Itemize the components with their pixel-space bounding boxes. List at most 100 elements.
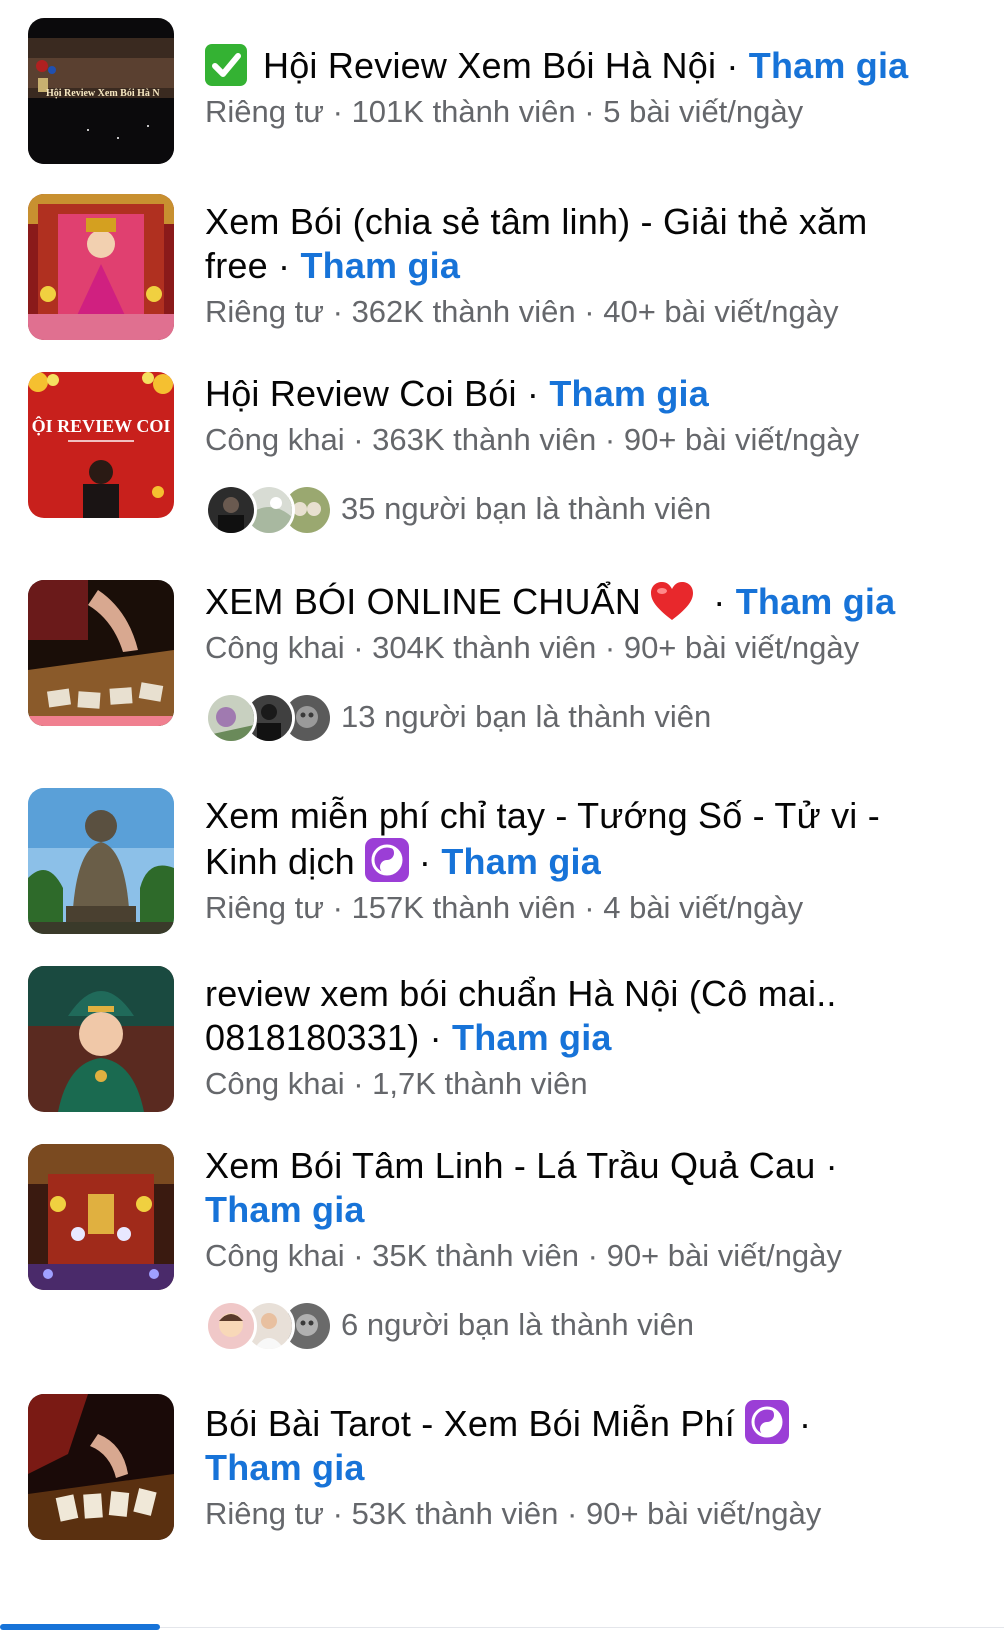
avatar (205, 692, 257, 744)
group-item[interactable]: Hội Review Xem Bói Hà N Hội Review Xem B… (0, 18, 1004, 168)
post-frequency: 4 bài viết/ngày (603, 890, 804, 925)
join-button[interactable]: Tham gia (205, 1189, 365, 1230)
group-item[interactable]: Xem Bói (chia sẻ tâm linh) - Giải thẻ xă… (0, 194, 1004, 344)
group-meta: Riêng tư · 101K thành viên · 5 bài viết/… (205, 92, 935, 132)
group-item[interactable]: review xem bói chuẩn Hà Nội (Cô mai.. 08… (0, 966, 1004, 1116)
member-count: 363K thành viên (372, 422, 597, 457)
friends-count-text: 6 người bạn là thành viên (341, 1307, 695, 1342)
group-meta: Riêng tư · 157K thành viên · 4 bài viết/… (205, 888, 935, 928)
friend-avatars (205, 484, 337, 536)
member-count: 53K thành viên (351, 1496, 559, 1531)
group-title-line: Hội Review Coi Bói · Tham gia (205, 372, 935, 416)
join-button[interactable]: Tham gia (452, 1017, 612, 1058)
separator: · (713, 581, 726, 622)
separator: · (353, 1238, 364, 1273)
group-thumbnail[interactable]: ỘI REVIEW COI (28, 372, 174, 518)
join-button[interactable]: Tham gia (441, 841, 601, 882)
separator: · (587, 1238, 598, 1273)
group-title-line: Hội Review Xem Bói Hà Nội · Tham gia (205, 44, 935, 88)
group-meta: Công khai · 35K thành viên · 90+ bài viế… (205, 1236, 935, 1276)
group-thumbnail[interactable] (28, 788, 174, 934)
thumbnail-caption: Hội Review Xem Bói Hà N (46, 88, 160, 99)
group-meta: Công khai · 363K thành viên · 90+ bài vi… (205, 420, 935, 460)
group-thumbnail[interactable] (28, 1394, 174, 1540)
group-name[interactable]: Hội Review Coi Bói (205, 373, 517, 414)
group-name[interactable]: XEM BÓI ONLINE CHUẨN (205, 581, 641, 622)
post-frequency: 90+ bài viết/ngày (606, 1238, 842, 1273)
check-mark-icon (205, 44, 247, 86)
group-item[interactable]: Xem Bói Tâm Linh - Lá Trầu Quả Cau · Tham… (0, 1144, 1004, 1352)
avatar (205, 484, 257, 536)
group-title-line: Xem Bói Tâm Linh - Lá Trầu Quả Cau · Tham… (205, 1144, 935, 1232)
group-meta: Công khai · 304K thành viên · 90+ bài vi… (205, 628, 935, 668)
group-privacy: Công khai (205, 1066, 345, 1101)
group-privacy: Công khai (205, 1238, 345, 1273)
member-count: 35K thành viên (372, 1238, 579, 1273)
separator: · (604, 630, 616, 665)
group-title-line: Bói Bài Tarot - Xem Bói Miễn Phí · Tham gi… (205, 1400, 935, 1490)
separator: · (567, 1496, 578, 1531)
group-thumbnail[interactable] (28, 194, 174, 340)
group-thumbnail[interactable]: Hội Review Xem Bói Hà N (28, 18, 174, 164)
yin-yang-icon (744, 1400, 789, 1444)
group-item[interactable]: Bói Bài Tarot - Xem Bói Miễn Phí · Tham gi… (0, 1394, 1004, 1544)
member-count: 157K thành viên (351, 890, 576, 925)
separator: · (825, 1145, 838, 1186)
mutual-friends: 6 người bạn là thành viên (205, 1300, 935, 1352)
group-thumbnail[interactable] (28, 1144, 174, 1290)
member-count: 101K thành viên (351, 94, 576, 129)
group-privacy: Riêng tư (205, 94, 324, 129)
member-count: 1,7K thành viên (372, 1066, 588, 1101)
group-item[interactable]: XEM BÓI ONLINE CHUẨN · Tham gia Công kha… (0, 580, 1004, 760)
join-button[interactable]: Tham gia (300, 245, 460, 286)
join-button[interactable]: Tham gia (736, 581, 896, 622)
friends-count-text: 35 người bạn là thành viên (341, 491, 712, 526)
separator: · (418, 841, 432, 882)
separator: · (798, 1403, 812, 1444)
mutual-friends: 13 người bạn là thành viên (205, 692, 935, 744)
separator: · (353, 1066, 364, 1101)
group-title-line: XEM BÓI ONLINE CHUẨN · Tham gia (205, 580, 935, 624)
separator: · (332, 1496, 343, 1531)
group-thumbnail[interactable] (28, 966, 174, 1112)
separator: · (353, 422, 364, 457)
post-frequency: 90+ bài viết/ngày (623, 422, 860, 457)
group-title-line: review xem bói chuẩn Hà Nội (Cô mai.. 08… (205, 972, 935, 1060)
friend-avatars (205, 1300, 337, 1352)
friends-count-text: 13 người bạn là thành viên (341, 699, 712, 734)
member-count: 362K thành viên (351, 294, 576, 329)
separator: · (526, 373, 540, 414)
separator: · (278, 245, 291, 286)
group-thumbnail[interactable] (28, 580, 174, 726)
post-frequency: 40+ bài viết/ngày (603, 294, 839, 329)
separator: · (584, 890, 595, 925)
group-title-line: Xem miễn phí chỉ tay - Tướng Số - Tử vi … (205, 794, 935, 884)
member-count: 304K thành viên (372, 630, 597, 665)
group-privacy: Riêng tư (205, 294, 324, 329)
mutual-friends: 35 người bạn là thành viên (205, 484, 935, 536)
group-item[interactable]: ỘI REVIEW COI Hội Review Coi Bói · Tham … (0, 372, 1004, 552)
join-button[interactable]: Tham gia (205, 1447, 365, 1488)
separator: · (604, 422, 616, 457)
group-name[interactable]: Bói Bài Tarot - Xem Bói Miễn Phí (205, 1403, 735, 1444)
group-privacy: Riêng tư (205, 890, 324, 925)
post-frequency: 90+ bài viết/ngày (623, 630, 860, 665)
group-item[interactable]: Xem miễn phí chỉ tay - Tướng Số - Tử vi … (0, 788, 1004, 938)
group-name[interactable]: Xem Bói Tâm Linh - Lá Trầu Quả Cau (205, 1145, 815, 1186)
thumbnail-caption: ỘI REVIEW COI (32, 415, 171, 436)
post-frequency: 5 bài viết/ngày (603, 94, 804, 129)
separator: · (726, 45, 739, 86)
separator: · (584, 94, 595, 129)
separator: · (584, 294, 595, 329)
group-privacy: Công khai (205, 422, 345, 457)
group-title-line: Xem Bói (chia sẻ tâm linh) - Giải thẻ xă… (205, 200, 935, 288)
group-name[interactable]: Hội Review Xem Bói Hà Nội (263, 45, 716, 86)
separator: · (353, 630, 364, 665)
join-button[interactable]: Tham gia (749, 45, 909, 86)
join-button[interactable]: Tham gia (549, 373, 709, 414)
group-meta: Riêng tư · 362K thành viên · 40+ bài viế… (205, 292, 935, 332)
post-frequency: 90+ bài viết/ngày (585, 1496, 822, 1531)
active-tab-indicator (0, 1624, 160, 1630)
group-meta: Riêng tư · 53K thành viên · 90+ bài viết… (205, 1494, 935, 1534)
avatar (205, 1300, 257, 1352)
